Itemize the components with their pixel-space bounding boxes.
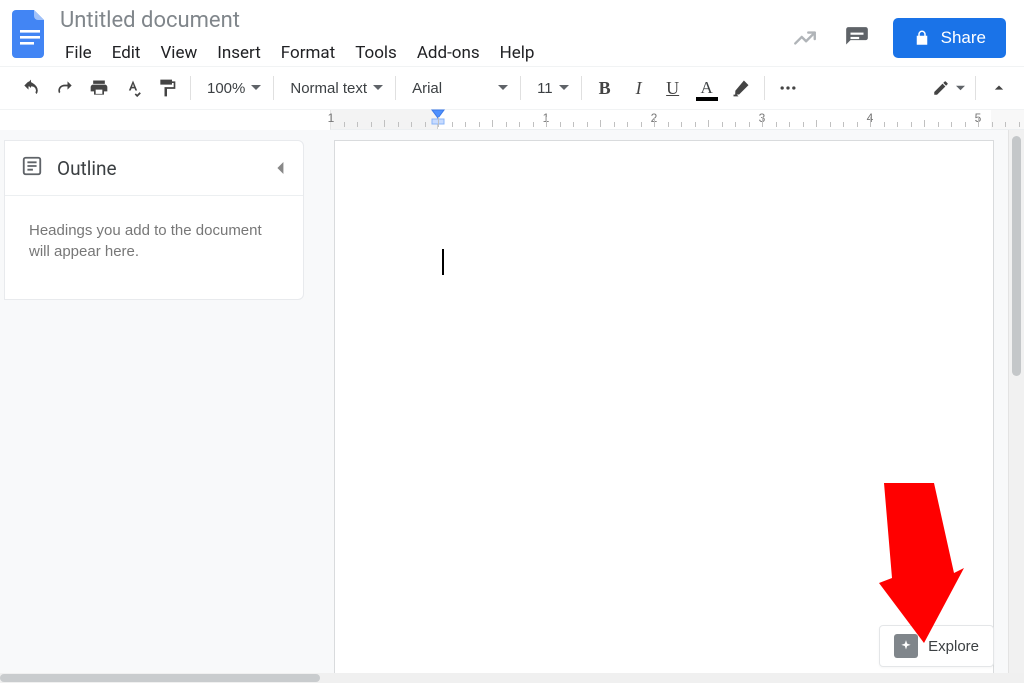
ruler-number: 1 [328, 111, 335, 125]
menu-help[interactable]: Help [491, 40, 544, 66]
outline-icon [21, 155, 43, 181]
highlight-button[interactable] [724, 73, 758, 103]
lock-icon [913, 29, 931, 47]
underline-button[interactable]: U [656, 73, 690, 103]
outline-empty-text: Headings you add to the document will ap… [5, 196, 303, 286]
menu-insert[interactable]: Insert [208, 40, 270, 66]
document-page[interactable] [334, 140, 994, 683]
font-combo[interactable]: Arial [402, 76, 514, 101]
zoom-value: 100% [207, 80, 245, 97]
paragraph-style-combo[interactable]: Normal text [280, 76, 389, 101]
toolbar: 100% Normal text Arial 11 B I U A [0, 66, 1024, 110]
collapse-toolbar-button[interactable] [982, 73, 1016, 103]
horizontal-scrollbar[interactable] [0, 673, 1024, 683]
horizontal-ruler[interactable]: 1 1 2 3 4 5 [330, 110, 1024, 130]
collapse-outline-button[interactable] [275, 159, 287, 178]
menu-file[interactable]: File [56, 40, 101, 66]
share-button[interactable]: Share [893, 18, 1006, 58]
vertical-scrollbar[interactable] [1008, 130, 1024, 683]
chevron-down-icon [559, 80, 569, 97]
docs-logo-icon[interactable] [10, 10, 50, 58]
outline-panel: Outline Headings you add to the document… [4, 140, 304, 300]
menu-format[interactable]: Format [272, 40, 344, 66]
bold-button[interactable]: B [588, 73, 622, 103]
paint-format-button[interactable] [150, 73, 184, 103]
print-button[interactable] [82, 73, 116, 103]
menu-edit[interactable]: Edit [103, 40, 150, 66]
share-label: Share [941, 28, 986, 48]
italic-button[interactable]: I [622, 73, 656, 103]
chevron-down-icon [373, 80, 383, 97]
font-size-value: 11 [537, 80, 553, 97]
app-header: Untitled document File Edit View Insert … [0, 0, 1024, 66]
menu-addons[interactable]: Add-ons [408, 40, 489, 66]
menu-tools[interactable]: Tools [346, 40, 406, 66]
font-value: Arial [412, 80, 442, 97]
text-cursor [442, 249, 444, 275]
outline-title: Outline [57, 157, 117, 180]
comments-icon[interactable] [841, 22, 873, 54]
menubar: File Edit View Insert Format Tools Add-o… [56, 40, 543, 66]
more-button[interactable] [771, 73, 805, 103]
undo-button[interactable] [14, 73, 48, 103]
chevron-down-icon [498, 80, 508, 97]
redo-button[interactable] [48, 73, 82, 103]
spellcheck-button[interactable] [116, 73, 150, 103]
explore-label: Explore [928, 638, 979, 655]
explore-button[interactable]: Explore [879, 625, 994, 667]
ruler-row: 1 1 2 3 4 5 [0, 110, 1024, 130]
text-color-button[interactable]: A [690, 73, 724, 103]
document-area[interactable] [334, 130, 1008, 683]
editing-mode-button[interactable] [928, 73, 969, 103]
menu-view[interactable]: View [151, 40, 206, 66]
scrollbar-thumb[interactable] [0, 674, 320, 682]
activity-icon[interactable] [789, 22, 821, 54]
font-size-combo[interactable]: 11 [527, 76, 575, 101]
explore-icon [894, 634, 918, 658]
paragraph-style-value: Normal text [290, 80, 367, 97]
workspace: Outline Headings you add to the document… [0, 130, 1024, 683]
chevron-down-icon [251, 80, 261, 97]
scrollbar-thumb[interactable] [1012, 136, 1021, 376]
document-title[interactable]: Untitled document [56, 8, 543, 34]
zoom-combo[interactable]: 100% [197, 76, 267, 101]
